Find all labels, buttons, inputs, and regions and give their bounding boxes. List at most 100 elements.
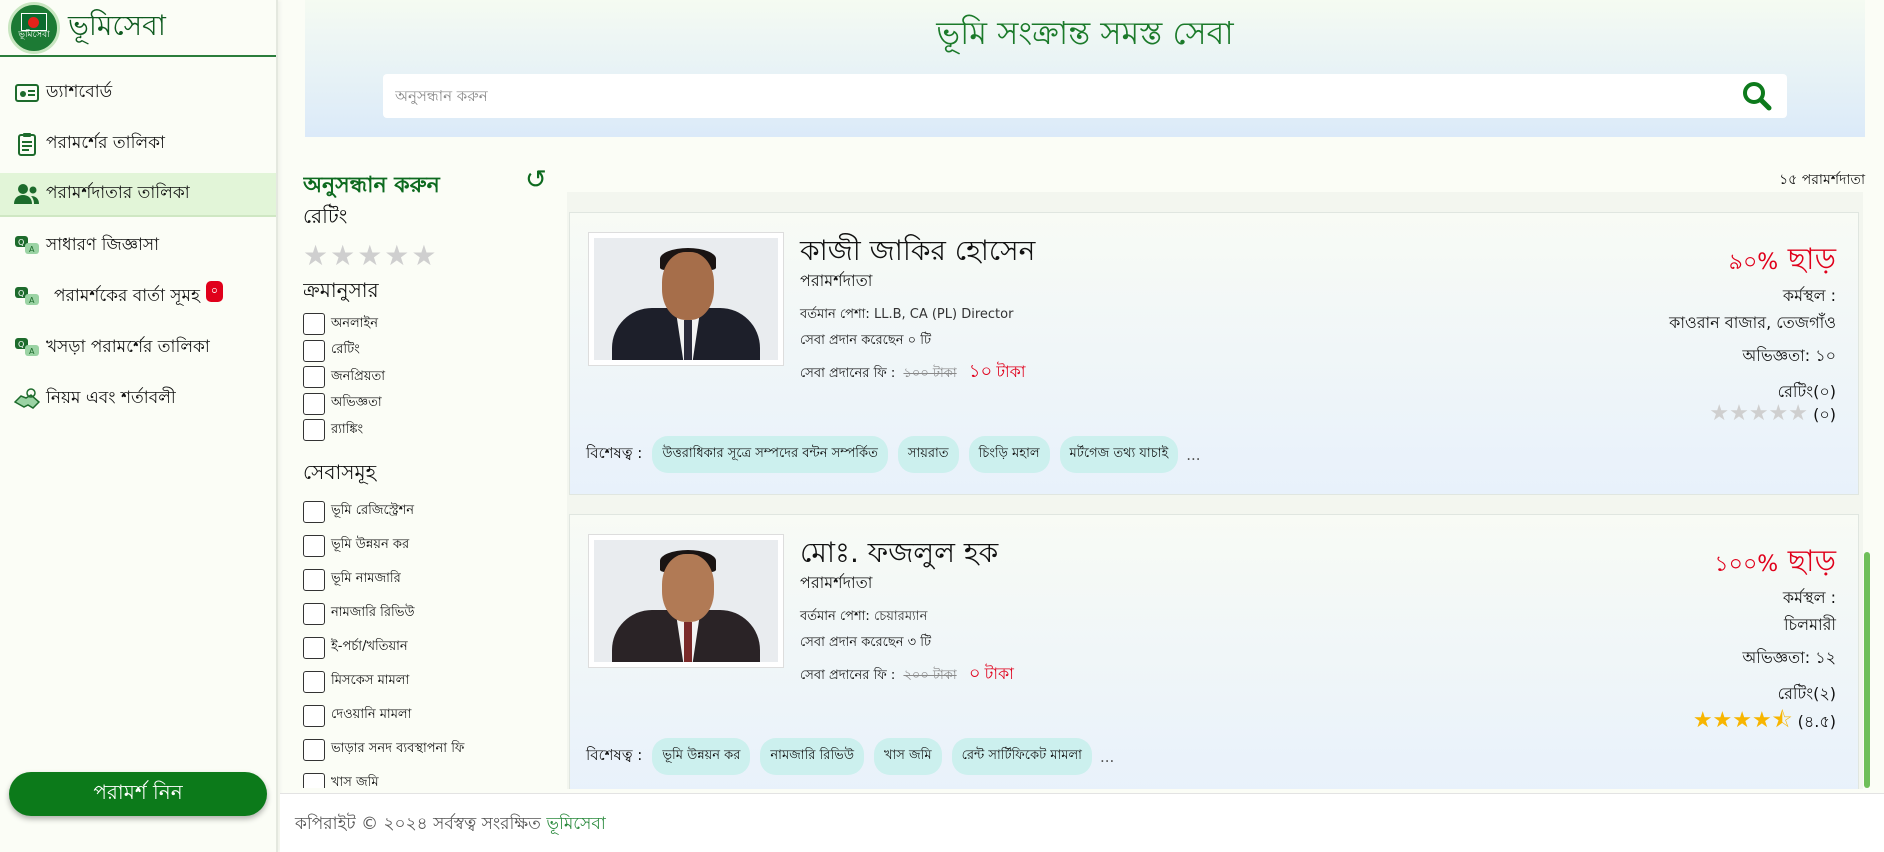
profession-value: চেয়ারম্যান <box>873 609 928 624</box>
service-option[interactable]: মিসকেস মামলা <box>303 665 553 699</box>
specialty-tag[interactable]: নামজারি রিভিউ <box>760 738 864 775</box>
specialty-tag[interactable]: খাস জমি <box>873 738 942 775</box>
option-label: ভাড়ার সনদ ব্যবস্থাপনা ফি <box>331 741 465 756</box>
checkbox[interactable] <box>303 636 325 659</box>
more-specialties[interactable]: ... <box>1100 748 1114 766</box>
sidebar-item-faq[interactable]: QA সাধারণ জিজ্ঞাসা <box>0 224 276 268</box>
consultant-role: পরামর্শদাতা <box>800 271 873 290</box>
sidebar-item-messages[interactable]: QA পরামর্শকের বার্তা সূমহ ০ <box>0 275 276 319</box>
option-label: ই-পর্চা/খতিয়ান <box>331 639 408 654</box>
service-option[interactable]: নামজারি রিভিউ <box>303 597 553 631</box>
search-button[interactable] <box>1727 74 1787 118</box>
brand[interactable]: ভূমিসেবা ভূমিসেবা <box>0 0 276 57</box>
checkbox[interactable] <box>303 392 325 415</box>
page-title: ভূমি সংক্রান্ত সমস্ত সেবা <box>936 14 1234 52</box>
profession-line: বর্তমান পেশা: চেয়ারম্যান <box>800 607 927 628</box>
checkbox[interactable] <box>303 500 325 523</box>
profession-label: বর্তমান পেশা: <box>800 307 870 322</box>
checkbox[interactable] <box>303 704 325 727</box>
specialty-tag[interactable]: সায়রাত <box>897 436 959 473</box>
option-label: দেওয়ানি মামলা <box>331 707 412 722</box>
dashboard-icon <box>14 81 40 105</box>
option-label: অভিজ্ঞতা <box>331 395 382 411</box>
consultant-card[interactable]: মোঃ. ফজলুল হক পরামর্শদাতা বর্তমান পেশা: … <box>569 514 1859 789</box>
checkbox[interactable] <box>303 419 325 442</box>
new-fee-unit: টাকা <box>996 362 1026 381</box>
svg-text:A: A <box>29 347 35 356</box>
service-option[interactable]: ভূমি উন্নয়ন কর <box>303 529 553 563</box>
take-consultation-button[interactable]: পরামর্শ নিন <box>9 772 267 816</box>
sidebar-item-label: পরামর্শদাতার তালিকা <box>46 183 190 203</box>
rating-value: (৪.৫) <box>1797 712 1836 731</box>
checkbox[interactable] <box>303 366 325 389</box>
sort-option[interactable]: র‍্যাঙ্কিং <box>303 417 553 444</box>
sidebar-item-label: পরামর্শকের বার্তা সূমহ <box>54 286 200 306</box>
svg-text:Q: Q <box>18 238 24 247</box>
service-option[interactable]: দেওয়ানি মামলা <box>303 699 553 733</box>
option-label: রেটিং <box>331 342 360 358</box>
sidebar-item-terms[interactable]: নিয়ম এবং শর্তাবলী <box>0 377 276 421</box>
fee-label: সেবা প্রদানের ফি : <box>800 668 896 683</box>
scrollbar[interactable] <box>1864 552 1870 788</box>
option-label: ভূমি নামজারি <box>331 571 401 586</box>
specialty-tag[interactable]: চিংড়ি মহাল <box>968 436 1050 473</box>
specialty-tag[interactable]: ভূমি উন্নয়ন কর <box>652 738 751 775</box>
service-option[interactable]: ভূমি নামজারি <box>303 563 553 597</box>
rating-heading: রেটিং <box>303 204 348 228</box>
services-heading: সেবাসমূহ <box>303 459 377 484</box>
consultant-card[interactable]: কাজী জাকির হোসেন পরামর্শদাতা বর্তমান পেশ… <box>569 212 1859 495</box>
chat-bubbles-icon: QA <box>14 234 40 258</box>
checkbox[interactable] <box>303 313 325 336</box>
checkbox[interactable] <box>303 568 325 591</box>
service-option[interactable]: ই-পর্চা/খতিয়ান <box>303 631 553 665</box>
more-specialties[interactable]: ... <box>1186 446 1200 464</box>
checkbox[interactable] <box>303 738 325 761</box>
specialty-tag[interactable]: রেন্ট সার্টিফিকেট মামলা <box>951 738 1092 775</box>
service-option[interactable]: ভূমি রেজিস্ট্রেশন <box>303 495 553 529</box>
sort-option[interactable]: রেটিং <box>303 338 553 365</box>
rating-filter-stars[interactable]: ★★★★★ <box>303 239 553 272</box>
rating-display: ★★★★★ (০) <box>1709 401 1836 429</box>
service-option[interactable]: খাস জমি <box>303 767 553 788</box>
workplace-label: কর্মস্থল : <box>1782 286 1836 305</box>
logo: ভূমিসেবা <box>8 1 60 54</box>
checkbox[interactable] <box>303 670 325 693</box>
specialty-tag[interactable]: উত্তরাধিকার সূত্রে সম্পদের বন্টন সম্পর্ক… <box>652 436 888 473</box>
rating-stars-empty: ★★★★★ <box>1709 401 1809 426</box>
fee-line: সেবা প্রদানের ফি : ১০০ টাকা ১০ টাকা <box>800 357 1026 388</box>
checkbox[interactable] <box>303 534 325 557</box>
new-fee: ০ <box>968 663 981 684</box>
checkbox[interactable] <box>303 602 325 625</box>
sort-heading: ক্রমানুসার <box>303 278 379 302</box>
sidebar-item-consultations[interactable]: পরামর্শের তালিকা <box>0 122 276 166</box>
specialties: বিশেষত্ব : ভূমি উন্নয়ন কর নামজারি রিভিউ… <box>586 738 1114 775</box>
option-label: জনপ্রিয়তা <box>331 368 385 384</box>
footer-brand-link[interactable]: ভূমিসেবা <box>546 814 605 834</box>
svg-text:A: A <box>29 296 35 305</box>
sidebar-item-consultants[interactable]: পরামর্শদাতার তালিকা <box>0 173 276 217</box>
sort-option[interactable]: জনপ্রিয়তা <box>303 364 553 391</box>
sidebar-item-drafts[interactable]: QA খসড়া পরামর্শের তালিকা <box>0 326 276 370</box>
copyright-text: কপিরাইট © ২০২৪ সর্বস্বত্ব সংরক্ষিত <box>295 814 541 834</box>
sort-option[interactable]: অভিজ্ঞতা <box>303 391 553 418</box>
checkbox[interactable] <box>303 772 325 788</box>
chat-bubbles-icon: QA <box>14 285 40 309</box>
specialty-tag[interactable]: মর্টগেজ তথ্য যাচাই <box>1059 436 1179 473</box>
search-input[interactable] <box>383 74 1727 118</box>
sort-options: অনলাইন রেটিং জনপ্রিয়তা অভিজ্ঞতা র‍্যাঙ্… <box>303 311 553 444</box>
service-options: ভূমি রেজিস্ট্রেশন ভূমি উন্নয়ন কর ভূমি ন… <box>303 495 553 788</box>
rating-value: (০) <box>1813 405 1836 424</box>
checkbox[interactable] <box>303 339 325 362</box>
sidebar-item-dashboard[interactable]: ড্যাশবোর্ড <box>0 71 276 115</box>
sort-option[interactable]: অনলাইন <box>303 311 553 338</box>
sidebar-item-label: সাধারণ জিজ্ঞাসা <box>46 235 160 255</box>
discount-word: ছাড় <box>1787 242 1836 277</box>
sidebar-item-label: খসড়া পরামর্শের তালিকা <box>46 337 210 357</box>
filter-panel: অনুসন্ধান করুন ↺ রেটিং ★★★★★ ক্রমানুসার … <box>303 168 553 788</box>
service-option[interactable]: ভাড়ার সনদ ব্যবস্থাপনা ফি <box>303 733 553 767</box>
workplace-value: কাওরান বাজার, তেজগাঁও <box>1669 313 1836 332</box>
option-label: মিসকেস মামলা <box>331 673 410 688</box>
old-fee: ১০০ টাকা <box>903 366 957 381</box>
reset-icon[interactable]: ↺ <box>525 168 547 195</box>
result-count: ১৫ পরামর্শদাতা <box>1779 172 1865 188</box>
